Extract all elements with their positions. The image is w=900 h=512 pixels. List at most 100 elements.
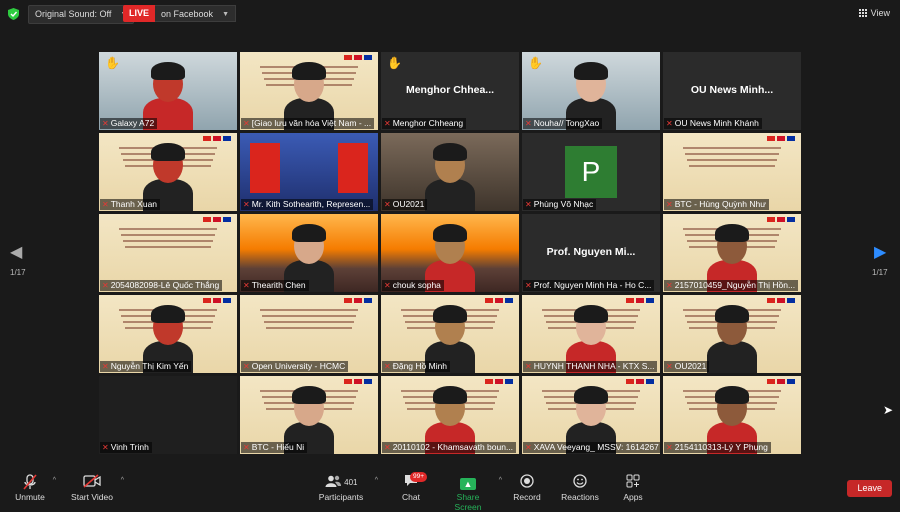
participant-name: 20110102 - Khamsavath boun... [392,442,514,452]
participant-tile[interactable]: ✕ chouk sopha [381,214,519,292]
record-button[interactable]: Record [512,474,542,502]
microphone-muted-icon: ✕ [666,362,673,371]
chevron-up-icon[interactable]: ^ [375,477,378,484]
participants-icon: 401 [318,474,364,492]
reactions-button[interactable]: Reactions [560,474,600,502]
top-bar: Original Sound: Off ▼ LIVE on Facebook ▼… [0,0,900,28]
page-indicator-left: 1/17 [10,268,26,277]
participant-tile[interactable]: ✕ Thearith Chen [240,214,378,292]
microphone-muted-icon: ✕ [666,119,673,128]
live-badge: LIVE [123,5,156,22]
microphone-muted-icon: ✕ [243,362,250,371]
participant-nameplate: ✕ Prof. Nguyen Minh Ha - Ho C... [523,280,655,291]
participant-nameplate: ✕ Nouha// TongXao [523,118,603,129]
participant-nameplate: ✕ BTC - Hùng Quỳnh Như [664,199,769,210]
participant-name: 2157010459_Nguyễn Thị Hồn... [674,280,796,290]
microphone-muted-icon: ✕ [102,443,109,452]
participant-name: Vinh Trinh [110,442,149,452]
participant-tile[interactable]: ✕ Đặng Hồ Minh [381,295,519,373]
participant-tile[interactable]: ✕ BTC - Hiếu Ni [240,376,378,454]
original-sound-label: Original Sound: Off [35,9,112,19]
participant-tile[interactable]: ✕ XAVA Veeyang_ MSSV: 1614267 [522,376,660,454]
participant-display-name: Prof. Nguyen Mi... [546,246,636,258]
participant-name: Menghor Chheang [392,118,464,128]
participant-name: chouk sopha [392,280,441,290]
chat-unread-badge: 99+ [410,472,428,482]
participant-name: BTC - Hùng Quỳnh Như [674,199,766,209]
microphone-muted-icon: ✕ [525,200,532,209]
participant-tile[interactable]: ✕ HUYNH THANH NHA - KTX S... [522,295,660,373]
participant-tile[interactable]: ✕ Mr. Kith Sothearith, Represen... [240,133,378,211]
apps-label: Apps [623,492,643,502]
participant-tile[interactable]: ✕ Open University - HCMC [240,295,378,373]
participant-name: [Giao lưu văn hóa Việt Nam - ... [251,118,372,128]
participant-nameplate: ✕ 2054082098-Lê Quốc Thắng [100,280,223,291]
participant-name: XAVA Veeyang_ MSSV: 1614267 [533,442,659,452]
apps-button[interactable]: Apps [620,474,646,502]
smiley-plus-icon [560,474,600,492]
participant-tile[interactable]: OU News Minh... ✕ OU News Minh Khánh [663,52,801,130]
original-sound-button[interactable]: Original Sound: Off ▼ [28,5,135,24]
participant-tile[interactable]: ✋ ✕ Nouha// TongXao [522,52,660,130]
participant-name: Galaxy A72 [110,118,155,128]
leave-button[interactable]: Leave [847,480,892,497]
participants-label: Participants [318,492,364,502]
microphone-muted-icon: ✕ [102,281,109,290]
microphone-muted-icon: ✕ [243,281,250,290]
participant-tile[interactable]: ✕ 2157010459_Nguyễn Thị Hồn... [663,214,801,292]
participant-nameplate: ✕ chouk sopha [382,280,444,291]
view-button[interactable]: View [858,8,890,18]
live-stream-control[interactable]: LIVE on Facebook ▼ [123,5,237,22]
participant-nameplate: ✕ XAVA Veeyang_ MSSV: 1614267 [523,442,660,453]
shield-icon[interactable] [8,8,19,20]
share-screen-button[interactable]: ▲ Share Screen ^ [444,474,502,512]
participant-name: 2154110313-Lý Y Phụng [674,442,768,452]
participant-tile[interactable]: ✕ 20110102 - Khamsavath boun... [381,376,519,454]
share-screen-icon: ▲ [444,474,492,492]
participant-tile[interactable]: ✕ [Giao lưu văn hóa Việt Nam - ... [240,52,378,130]
participant-nameplate: ✕ 20110102 - Khamsavath boun... [382,442,517,453]
participant-tile[interactable]: ✋ ✕ Galaxy A72 [99,52,237,130]
participant-tile[interactable]: ✕ Vinh Trinh [99,376,237,454]
chat-label: Chat [402,492,420,502]
participant-nameplate: ✕ Menghor Chheang [382,118,467,129]
chevron-up-icon[interactable]: ^ [53,477,56,484]
participant-nameplate: ✕ HUYNH THANH NHA - KTX S... [523,361,658,372]
unmute-button[interactable]: Unmute ^ [14,474,56,502]
participant-tile[interactable]: ✕ 2154110313-Lý Y Phụng [663,376,801,454]
participant-name: Thanh Xuan [110,199,158,209]
participant-tile[interactable]: ✕ BTC - Hùng Quỳnh Như [663,133,801,211]
chat-button[interactable]: 99+ Chat [398,472,428,502]
participant-tile[interactable]: ✕ OU2021 [381,133,519,211]
participant-tile[interactable]: Menghor Chhea... ✋ ✕ Menghor Chheang [381,52,519,130]
participant-name: OU2021 [392,199,425,209]
microphone-muted-icon: ✕ [384,362,391,371]
participant-nameplate: ✕ 2157010459_Nguyễn Thị Hồn... [664,280,799,291]
microphone-muted-icon: ✕ [384,119,391,128]
participant-tile[interactable]: Prof. Nguyen Mi... ✕ Prof. Nguyen Minh Ha … [522,214,660,292]
participant-nameplate: ✕ Đặng Hồ Minh [382,361,451,372]
participant-nameplate: ✕ OU2021 [664,361,710,372]
participant-nameplate: ✕ OU2021 [382,199,428,210]
chevron-down-icon: ▼ [222,11,230,18]
meeting-toolbar: Unmute ^ Start Video ^ 401 Participants … [0,470,900,512]
chevron-up-icon[interactable]: ^ [121,477,124,484]
participant-tile[interactable]: ✕ OU2021 [663,295,801,373]
microphone-muted-icon: ✕ [384,281,391,290]
next-page-arrow-icon[interactable]: ▶ [874,242,886,262]
participant-tile[interactable]: ✕ Thanh Xuan [99,133,237,211]
mouse-cursor-icon: ➤ [883,403,894,417]
chevron-up-icon[interactable]: ^ [499,477,502,484]
participant-name: Open University - HCMC [251,361,346,371]
participant-tile[interactable]: P ✕ Phùng Võ Nhạc [522,133,660,211]
microphone-muted-icon: ✕ [666,200,673,209]
previous-page-arrow-icon[interactable]: ◀ [10,242,22,262]
microphone-muted-icon: ✕ [384,200,391,209]
participant-tile[interactable]: ✕ Nguyễn Thị Kim Yến [99,295,237,373]
start-video-button[interactable]: Start Video ^ [70,474,124,502]
participants-button[interactable]: 401 Participants ^ [318,474,378,502]
microphone-muted-icon: ✕ [525,281,532,290]
participant-tile[interactable]: ✕ 2054082098-Lê Quốc Thắng [99,214,237,292]
page-indicator-right: 1/17 [872,268,888,277]
avatar: P [565,146,617,198]
